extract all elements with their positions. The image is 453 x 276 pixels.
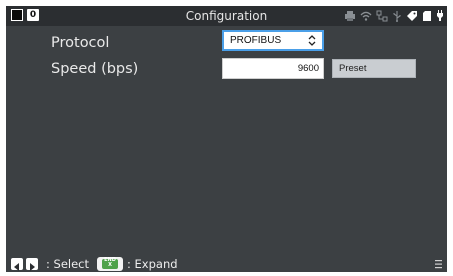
speed-value: 9600 (297, 63, 319, 74)
status-tray (344, 9, 444, 23)
left-arrow-key-icon (11, 258, 23, 271)
right-arrow-key-icon (26, 258, 38, 271)
wifi-icon (360, 11, 372, 21)
select-up-down-icon (308, 35, 316, 46)
status-bar: 0 Configuration (6, 6, 447, 26)
protocol-label: Protocol (51, 35, 110, 51)
device-screen: 0 Configuration Protocol PROFIBUS Speed … (6, 6, 447, 272)
protocol-select[interactable]: PROFIBUS (222, 30, 324, 51)
preset-button[interactable]: Preset (332, 59, 416, 78)
menu-icon[interactable] (435, 258, 443, 270)
preset-button-label: Preset (339, 63, 367, 74)
power-plug-icon (437, 10, 443, 21)
select-hint: : Select (46, 257, 90, 271)
speed-input[interactable]: 9600 (222, 58, 324, 79)
hint-bar: : Select END X : Expand (6, 256, 447, 272)
speed-label: Speed (bps) (51, 61, 139, 77)
end-key-icon: END X (97, 257, 123, 271)
protocol-selected-value: PROFIBUS (230, 35, 282, 46)
usb-icon (393, 11, 401, 22)
printer-icon (345, 11, 355, 21)
expand-hint: : Expand (127, 257, 178, 271)
sd-card-icon (423, 11, 431, 21)
network-icon (376, 10, 388, 22)
end-key-sublabel: X (108, 262, 112, 268)
tag-icon (407, 11, 417, 21)
